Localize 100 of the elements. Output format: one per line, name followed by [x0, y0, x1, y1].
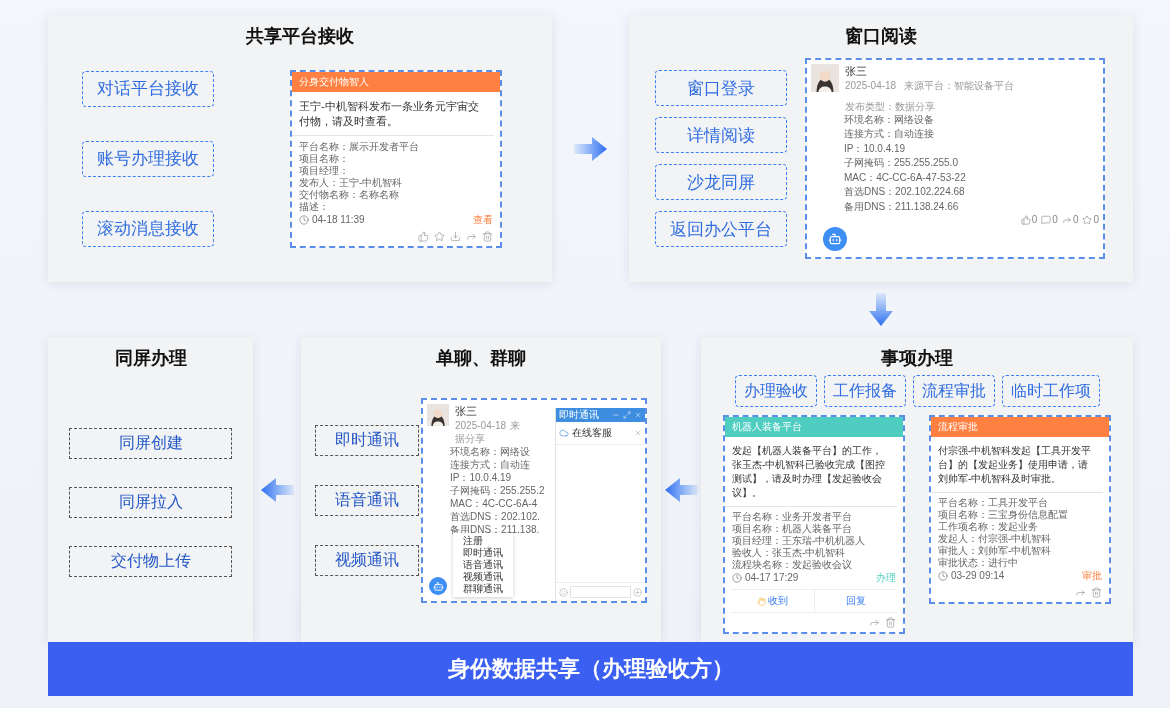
info-field: 项目名称：三宝身份信息配置 [931, 509, 1109, 522]
stat-count: 0 [1031, 214, 1038, 226]
share-icon[interactable] [869, 617, 880, 629]
feature-box: 即时通讯 [315, 425, 419, 457]
stat-count: 0 [1052, 214, 1058, 226]
feature-box: 对话平台接收 [82, 70, 214, 107]
maximize-icon[interactable] [623, 411, 631, 420]
clock-icon [732, 573, 742, 584]
robot-icon[interactable] [429, 577, 447, 596]
message-input[interactable] [570, 586, 631, 599]
feature-box: 工作报备 [823, 375, 906, 408]
info-field: MAC：4C-CC-6A-4 [443, 497, 645, 511]
info-field: 工作项名称：发起业务 [931, 521, 1109, 534]
info-field: 交付物名称：名称名称 [292, 188, 500, 201]
star-icon[interactable] [1082, 214, 1093, 225]
info-field: 首选DNS：202.102.224.68 [837, 185, 1103, 200]
info-field: 备用DNS：211.138.24.66 [837, 199, 1103, 215]
section-title: 窗口阅读 [845, 25, 917, 48]
close-icon[interactable] [634, 429, 642, 438]
info-field: MAC：4C-CC-6A-47-53-22 [837, 170, 1103, 186]
info-field: 流程块名称：发起验收会议 [725, 559, 903, 572]
avatar [427, 404, 449, 427]
info-field: 项目名称：机器人装备平台 [725, 523, 903, 536]
feature-box: 办理验收 [734, 375, 817, 408]
section-title: 单聊、群聊 [436, 347, 526, 371]
clock-icon [938, 571, 948, 582]
info-field: 验收人：张玉杰-中机智科 [725, 547, 903, 560]
arrow-icon [260, 476, 294, 503]
stat-count: 0 [1072, 214, 1079, 226]
info-field: 项目经理：王东瑞-中机机器人 [725, 535, 903, 548]
feature-box: 流程审批 [912, 375, 995, 408]
thumbs-up-icon[interactable] [418, 230, 429, 242]
info-field: 发起人：付宗强-中机智科 [931, 533, 1109, 546]
thumbs-up-icon[interactable] [1020, 214, 1031, 225]
clock-icon [299, 214, 309, 225]
post-source: 来源平台：智能设备平台 [904, 78, 1015, 92]
task-message: 发起【机器人装备平台】的工作，张玉杰-中机智科已验收完成【图控测试】，请及时办理【发起验收会议】。 [725, 437, 897, 508]
feature-box: 详情阅读 [655, 117, 787, 153]
info-field: 项目名称： [292, 152, 500, 165]
star-icon[interactable] [434, 230, 445, 242]
share-icon[interactable] [1075, 587, 1086, 599]
trash-icon[interactable] [885, 617, 896, 629]
card-header: 流程审批 [931, 417, 1109, 438]
info-field: 环境名称：网络设 [443, 445, 645, 459]
author-name: 张三 [845, 63, 868, 79]
footer-banner: 身份数据共享（办理验收方） [48, 642, 1133, 696]
time-text: 03-29 09:14 [951, 569, 1005, 584]
arrow-icon [664, 476, 698, 503]
arrow-icon [573, 135, 608, 162]
feature-box: 交付物上传 [69, 546, 232, 578]
menu-item[interactable]: 注册 [453, 535, 513, 548]
info-field: 连接方式：自动连接 [837, 127, 1103, 142]
download-icon[interactable] [450, 230, 461, 242]
card-header: 分身交付物智人 [292, 71, 500, 92]
info-field: 审批状态：进行中 [931, 557, 1109, 570]
close-icon[interactable] [634, 411, 642, 420]
info-field: 平台名称：展示开发者平台 [292, 140, 500, 153]
comment-icon[interactable] [1041, 214, 1052, 225]
robot-icon[interactable] [823, 227, 847, 252]
feature-box: 账号办理接收 [82, 140, 214, 177]
info-field: 子网掩码：255.255.2 [443, 484, 645, 498]
notice-message: 王宁-中机智科发布一条业务元宇宙交付物，请及时查看。 [292, 91, 494, 136]
info-field: 子网掩码：255.255.255.0 [837, 156, 1103, 171]
author-name: 张三 [455, 404, 478, 420]
contact-name: 在线客服 [572, 426, 613, 441]
info-field: 描述： [292, 200, 500, 213]
feature-box: 沙龙同屏 [655, 164, 787, 200]
avatar [811, 63, 839, 92]
share-icon[interactable] [1061, 214, 1072, 225]
card-action-button[interactable]: 回复 [813, 590, 897, 613]
info-field: 首选DNS：202.102. [443, 510, 645, 524]
menu-item[interactable]: 视频通讯 [453, 571, 513, 584]
time-text: 04-17 17:29 [745, 571, 799, 586]
info-field: 环境名称：网络设备 [837, 112, 1103, 128]
info-field: 平台名称：工具开发平台 [931, 497, 1109, 510]
menu-item[interactable]: 即时通讯 [453, 547, 513, 560]
info-field: 发布人：王宁-中机智科 [292, 176, 500, 189]
task-message: 付宗强-中机智科发起【工具开发平台】的【发起业务】使用申请，请刘帅军-中机智科及时审批。 [931, 437, 1103, 494]
post-type: 据分享 [455, 432, 486, 446]
section-title: 事项办理 [881, 347, 953, 371]
feature-box: 返回办公平台 [655, 211, 787, 247]
info-field: 项目经理： [292, 164, 500, 177]
stat-count: 0 [1093, 214, 1099, 226]
trash-icon[interactable] [1091, 587, 1102, 599]
info-field: 审批人：刘帅军-中机智科 [931, 545, 1109, 558]
cloud-icon [559, 428, 569, 439]
post-date: 2025-04-18 [845, 78, 897, 92]
info-field: 连接方式：自动连 [443, 458, 645, 472]
card-action-button[interactable]: 收到 [731, 590, 814, 613]
plus-icon[interactable] [633, 587, 642, 597]
section-title: 共享平台接收 [246, 25, 354, 48]
emoji-icon[interactable] [559, 587, 568, 597]
menu-item[interactable]: 群聊通讯 [453, 583, 513, 596]
feature-box: 语音通讯 [315, 485, 419, 517]
info-field: IP：10.0.4.19 [837, 141, 1103, 157]
trash-icon[interactable] [482, 230, 493, 242]
hand-icon [756, 596, 766, 606]
section-title: 同屏办理 [114, 347, 187, 371]
menu-item[interactable]: 语音通讯 [453, 559, 513, 572]
window-title: 即时通讯 [559, 408, 600, 423]
